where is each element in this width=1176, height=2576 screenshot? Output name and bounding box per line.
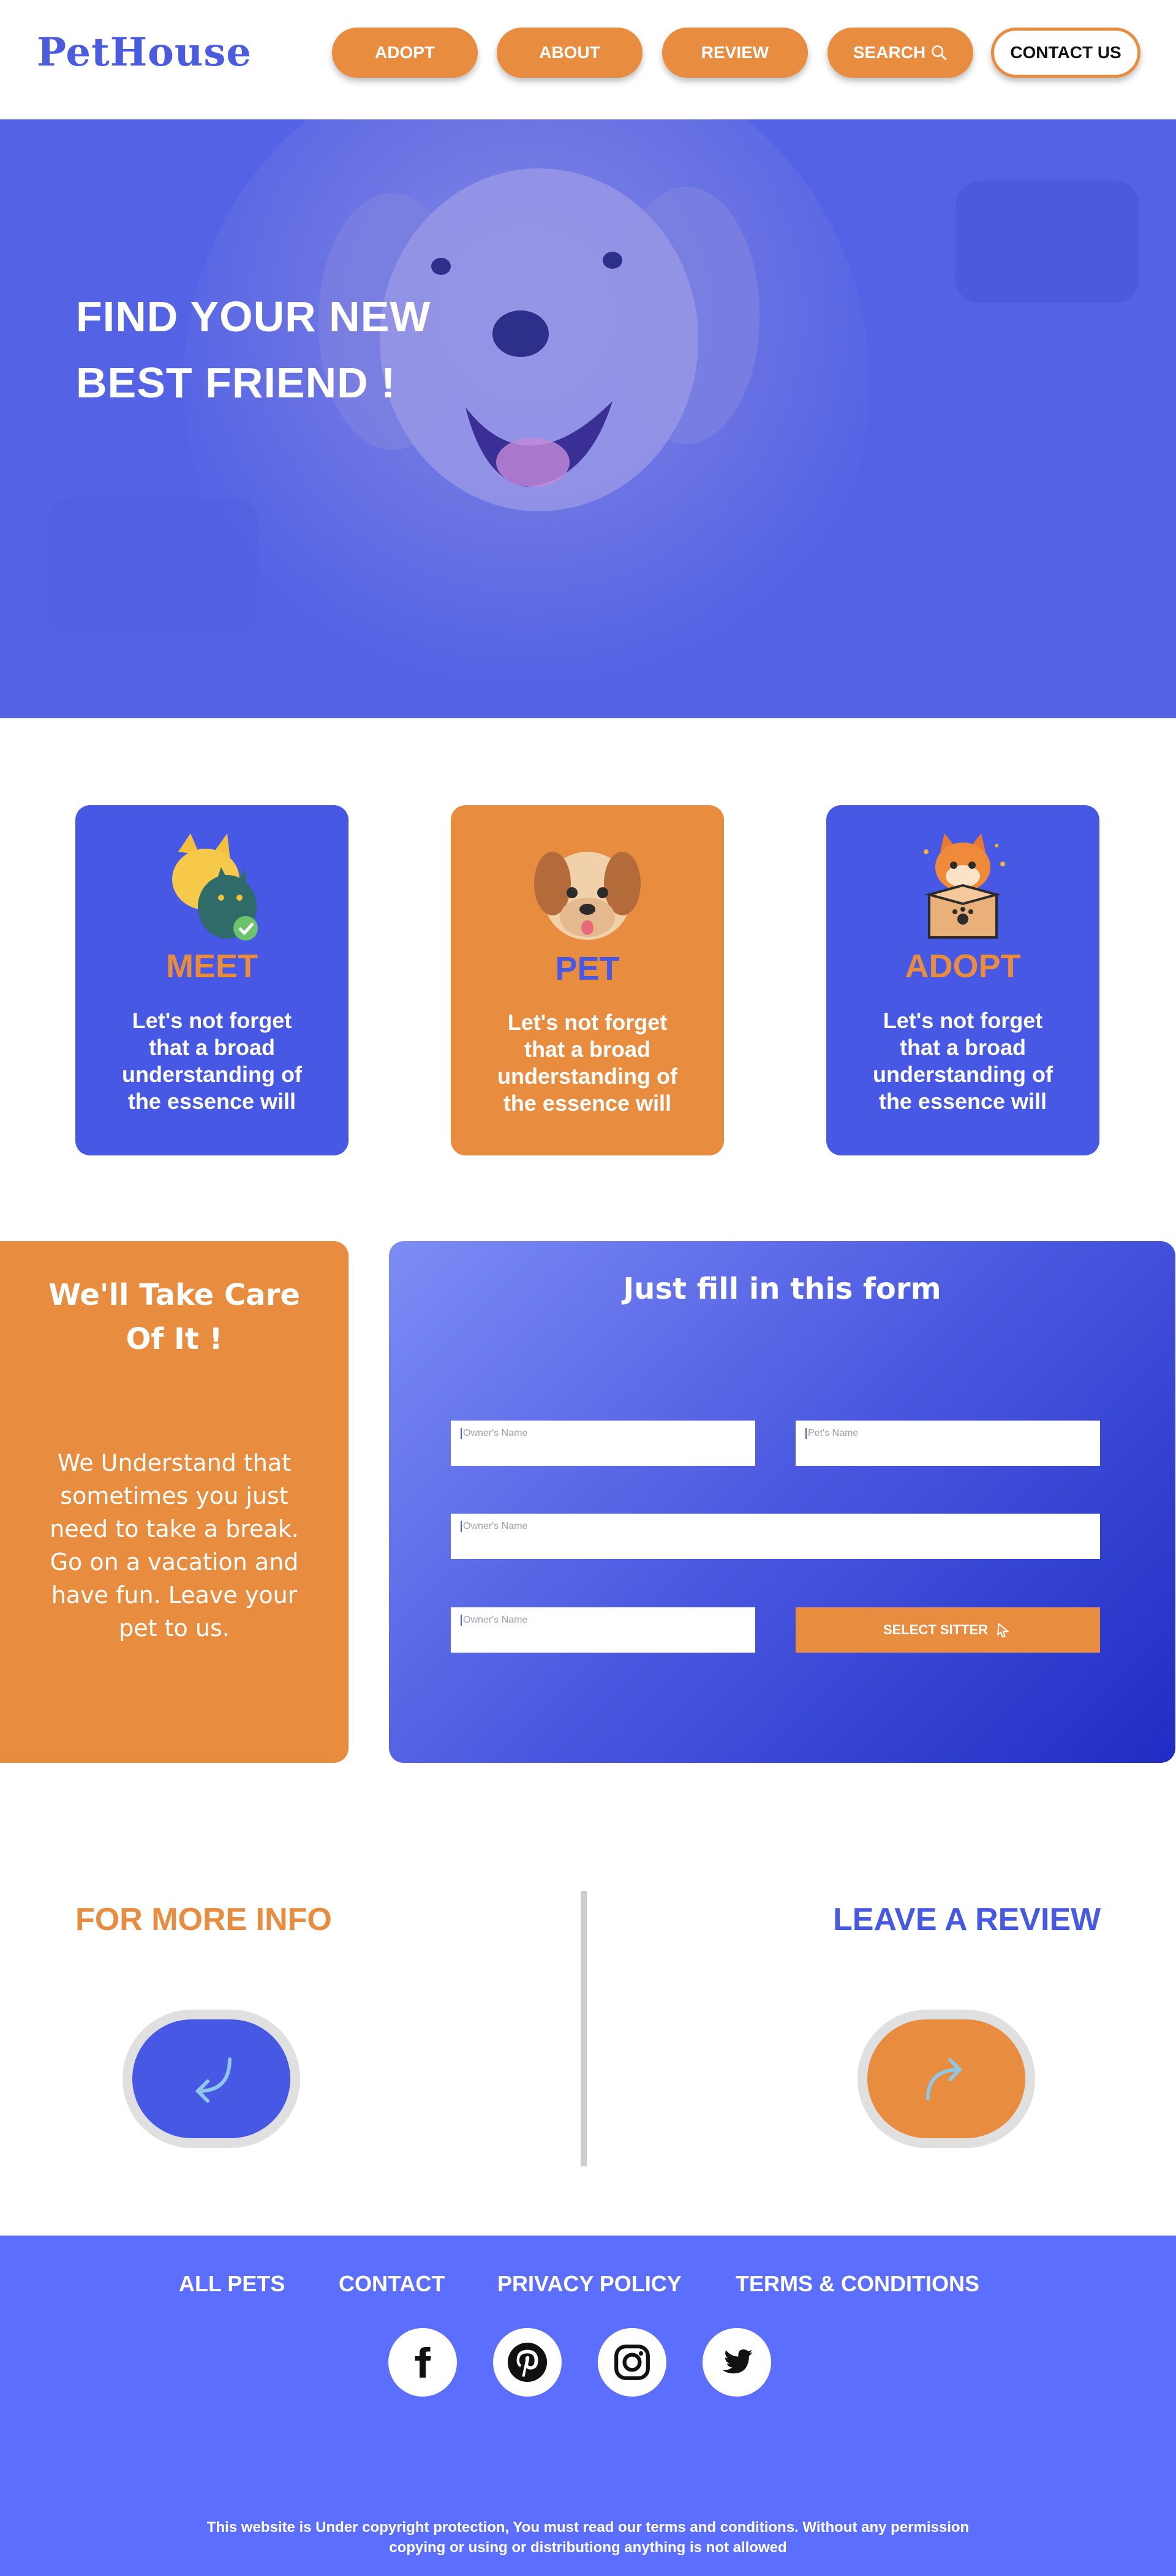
card-pet[interactable]: PET Let's not forget that a broad unders… [451, 805, 724, 1155]
form-title: Just fill in this form [623, 1272, 941, 1306]
pinterest-button[interactable] [493, 2328, 562, 2397]
arrow-return-icon [195, 2057, 232, 2103]
facebook-button[interactable] [388, 2328, 457, 2397]
card-meet[interactable]: MEET Let's not forget that a broad under… [75, 805, 349, 1155]
hero-title-line-2: BEST FRIEND ! [76, 359, 396, 407]
leave-review-button-face [867, 2019, 1025, 2138]
more-info-button[interactable] [123, 2010, 300, 2148]
third-input-placeholder: Owner's Name [463, 1615, 528, 1625]
footer: ALL PETS CONTACT PRIVACY POLICY TERMS & … [0, 2236, 1176, 2576]
nav-about-button[interactable]: ABOUT [497, 28, 643, 78]
nav-search-label: SEARCH [853, 43, 926, 62]
wide-input[interactable]: Owner's Name [451, 1514, 1100, 1559]
care-text: We Understand that sometimes you just ne… [50, 1449, 299, 1642]
card-meet-text: Let's not forget that a broad understand… [122, 1008, 302, 1114]
more-info-button-face [132, 2019, 290, 2138]
pet-name-placeholder: Pet's Name [808, 1428, 859, 1438]
contact-us-button[interactable]: CONTACT US [991, 28, 1140, 78]
footer-link-privacy-policy[interactable]: PRIVACY POLICY [497, 2271, 682, 2297]
cat-in-box-icon [924, 833, 1005, 939]
leave-review-title: LEAVE A REVIEW [833, 1902, 1101, 1937]
text-caret [805, 1428, 807, 1439]
text-caret [461, 1521, 462, 1532]
footer-link-terms[interactable]: TERMS & CONDITIONS [736, 2271, 979, 2297]
top-nav: PetHouse ADOPT ABOUT REVIEW SEARCH CONTA… [0, 0, 1176, 119]
hero-title: FIND YOUR NEW BEST FRIEND ! [76, 284, 431, 416]
hero-banner: FIND YOUR NEW BEST FRIEND ! [0, 119, 1176, 718]
facebook-icon [415, 2347, 431, 2378]
care-title: We'll Take Care Of It ! [48, 1278, 300, 1356]
text-caret [461, 1428, 462, 1439]
search-icon [932, 45, 947, 61]
card-pet-title: PET [555, 950, 620, 987]
instagram-icon [614, 2345, 650, 2380]
text-caret [461, 1615, 462, 1626]
hero-title-line-1: FIND YOUR NEW [76, 293, 431, 340]
cat-dog-check-icon [172, 833, 258, 941]
twitter-icon [722, 2349, 753, 2374]
care-panel: We'll Take Care Of It ! We Understand th… [0, 1241, 349, 1763]
more-info-title: FOR MORE INFO [75, 1902, 332, 1937]
wide-input-placeholder: Owner's Name [463, 1521, 528, 1531]
copyright-line-1: This website is Under copyright protecti… [206, 2519, 970, 2536]
owner-name-input[interactable]: Owner's Name [451, 1421, 755, 1466]
footer-link-contact[interactable]: CONTACT [339, 2271, 445, 2297]
card-adopt[interactable]: ADOPT Let's not forget that a broad unde… [826, 805, 1099, 1155]
sitter-form: Just fill in this form Owner's Name Pet'… [389, 1241, 1175, 1763]
card-meet-title: MEET [165, 948, 258, 985]
pinterest-icon [507, 2342, 548, 2383]
leave-review-button[interactable] [858, 2010, 1035, 2148]
third-input[interactable]: Owner's Name [451, 1607, 755, 1653]
copyright-text: This website is Under copyright protecti… [159, 2517, 1017, 2558]
logo[interactable]: PetHouse [37, 29, 252, 75]
hero-dog-image [0, 119, 1176, 718]
nav-about-label: ABOUT [539, 43, 600, 62]
contact-us-label: CONTACT US [1010, 43, 1121, 62]
select-sitter-label: SELECT SITTER [883, 1622, 989, 1637]
nav-review-button[interactable]: REVIEW [662, 28, 808, 78]
dog-face-icon [534, 852, 641, 940]
card-adopt-text: Let's not forget that a broad understand… [873, 1008, 1053, 1114]
cursor-click-icon [997, 1622, 1010, 1638]
select-sitter-button[interactable]: SELECT SITTER [796, 1607, 1100, 1653]
nav-adopt-button[interactable]: ADOPT [332, 28, 478, 78]
instagram-button[interactable] [598, 2328, 666, 2397]
nav-review-label: REVIEW [701, 43, 769, 62]
arrow-forward-icon [926, 2058, 963, 2100]
footer-link-all-pets[interactable]: ALL PETS [179, 2271, 285, 2297]
card-pet-text: Let's not forget that a broad understand… [497, 1010, 677, 1116]
section-divider [581, 1891, 587, 2166]
twitter-button[interactable] [703, 2328, 771, 2397]
nav-search-button[interactable]: SEARCH [827, 28, 973, 78]
copyright-line-2: copying or using or distributiong anythi… [389, 2539, 787, 2556]
nav-adopt-label: ADOPT [375, 43, 435, 62]
pet-name-input[interactable]: Pet's Name [796, 1421, 1100, 1466]
owner-name-placeholder: Owner's Name [463, 1428, 528, 1438]
card-adopt-title: ADOPT [905, 948, 1021, 985]
